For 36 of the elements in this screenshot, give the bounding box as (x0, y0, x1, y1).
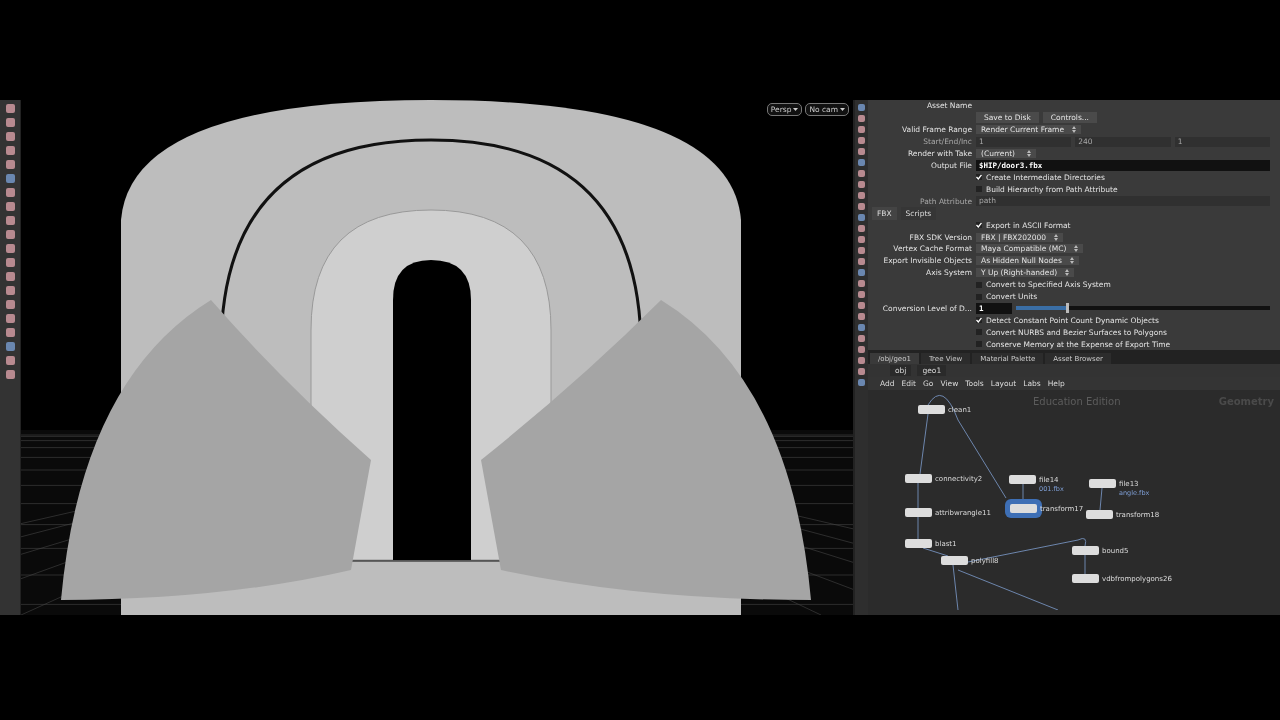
checkbox[interactable] (976, 281, 982, 288)
checkbox[interactable] (976, 293, 982, 300)
node[interactable] (1089, 479, 1116, 488)
caret-icon (840, 108, 845, 111)
node[interactable] (1072, 574, 1099, 583)
node[interactable] (918, 405, 945, 414)
checkmark-icon (976, 222, 982, 229)
spinner-arrows-icon (1027, 150, 1031, 158)
node-wire (917, 482, 919, 509)
checkbox[interactable] (976, 222, 982, 229)
spinner-arrows-icon (1065, 269, 1070, 277)
checkbox[interactable] (976, 317, 982, 324)
spinner-arrows-icon (1054, 233, 1059, 241)
node-wire (1022, 483, 1024, 500)
node[interactable] (941, 556, 968, 565)
spinner-arrows-icon (1069, 257, 1074, 265)
caret-icon (793, 108, 799, 111)
checkbox[interactable] (976, 329, 982, 336)
checkmark-icon (976, 317, 982, 324)
spinner-arrows-icon (1074, 245, 1079, 253)
checkbox[interactable] (976, 174, 982, 181)
node[interactable] (905, 474, 932, 483)
checkbox[interactable] (976, 186, 982, 193)
checkbox[interactable] (976, 341, 982, 348)
node[interactable] (1086, 510, 1113, 519)
node[interactable] (1009, 475, 1036, 484)
node[interactable] (905, 539, 932, 548)
node[interactable] (1072, 546, 1099, 555)
slider-thumb[interactable] (1065, 303, 1069, 314)
node[interactable] (905, 508, 932, 517)
slider-track[interactable] (1016, 306, 1270, 311)
spinner-arrows-icon (1072, 126, 1076, 134)
node-wire (922, 547, 949, 557)
node-wire (1099, 487, 1103, 511)
node-wire (917, 516, 919, 540)
checkmark-icon (976, 174, 982, 181)
